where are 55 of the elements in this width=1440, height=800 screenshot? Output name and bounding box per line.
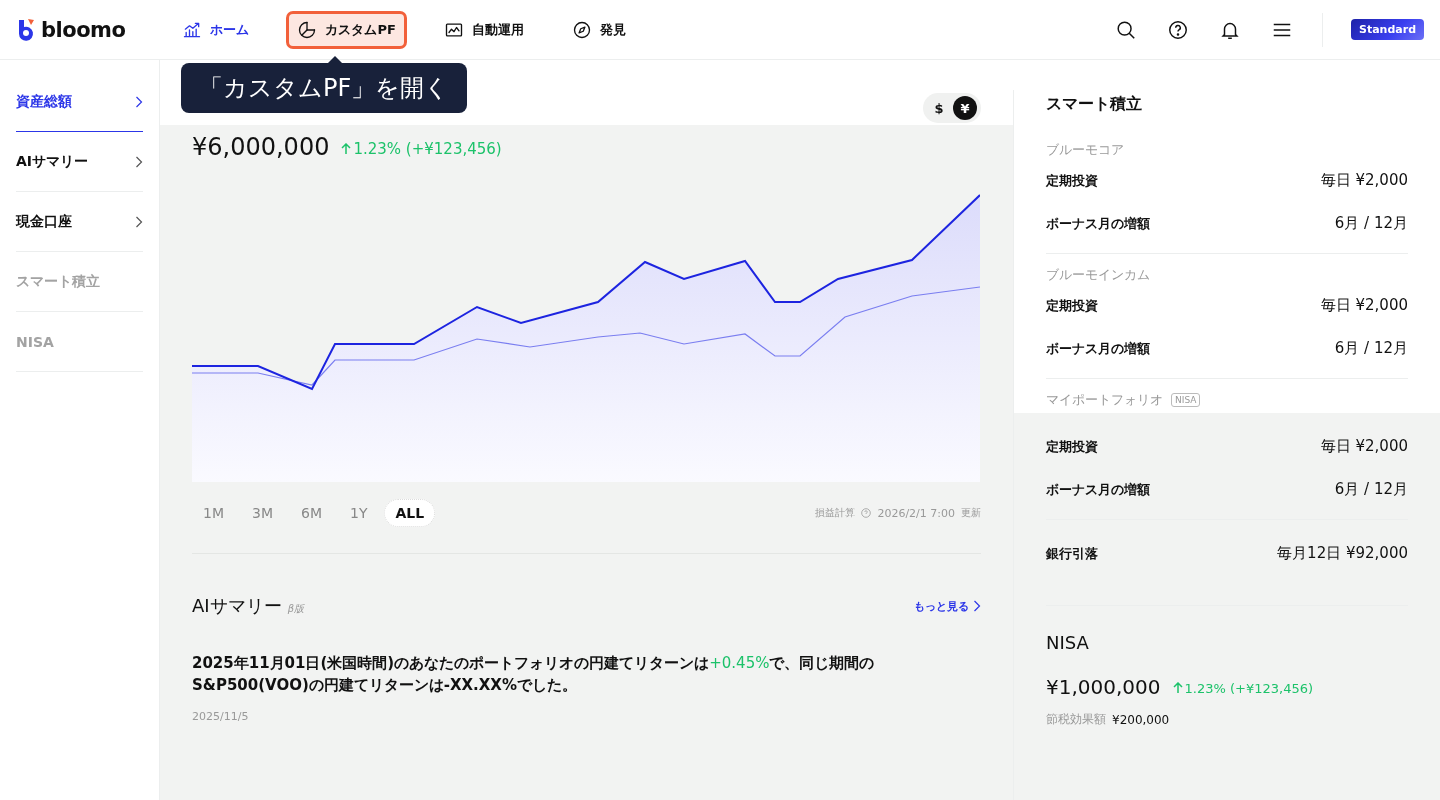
updated-label: 更新: [961, 506, 981, 520]
chevron-right-icon: [135, 155, 143, 168]
change-value: 1.23% (+¥123,456): [341, 140, 502, 158]
row-label: 定期投資: [1046, 171, 1098, 190]
summary-date: 2025/11/5: [192, 710, 250, 723]
plan-name: ブルーモコア: [1046, 141, 1124, 159]
row-label: ボーナス月の増額: [1046, 214, 1150, 233]
compass-icon: [571, 19, 592, 40]
beta-label: β版: [287, 602, 304, 616]
row-value: 毎日 ¥2,000: [1320, 437, 1408, 456]
row-value: 毎日 ¥2,000: [1320, 171, 1408, 190]
section-title: NISA: [1046, 632, 1089, 653]
pie-chart-icon: [297, 19, 318, 40]
arrow-up-icon: [341, 143, 352, 155]
section-title: AIサマリー: [192, 594, 282, 618]
arrow-up-icon: [1172, 682, 1183, 694]
row-value: 毎日 ¥2,000: [1320, 296, 1408, 315]
nav-tab[interactable]: カスタムPF: [286, 10, 407, 49]
plan-badge: Standard: [1350, 19, 1424, 40]
nav-tab[interactable]: 発見: [560, 10, 637, 49]
row-label: ボーナス月の増額: [1046, 339, 1150, 358]
plan-name: ブルーモインカム: [1046, 266, 1150, 284]
total-amount: ¥6,000,000: [192, 133, 330, 161]
tax-label: 節税効果額: [1046, 711, 1106, 728]
row-value: 6月 / 12月: [1334, 480, 1408, 499]
plan-name: マイポートフォリオ: [1046, 391, 1163, 409]
row-label: ボーナス月の増額: [1046, 480, 1150, 499]
row-value: 毎月12日 ¥92,000: [1277, 544, 1408, 563]
summary-text: 2025年11月01日(米国時間)のあなたのポートフォリオの円建てリターンは+0.45%で、同じ期間のS&P500(VOO)の円建てリターンは-XX.XX%でした。: [192, 653, 876, 696]
range-tab[interactable]: ALL: [384, 499, 436, 527]
row-label: 定期投資: [1046, 437, 1098, 456]
row-label: 定期投資: [1046, 296, 1098, 315]
section-title: スマート積立: [1046, 93, 1143, 115]
chevron-right-icon: [135, 215, 143, 228]
nav-tab[interactable]: 自動運用: [432, 10, 535, 49]
sidebar-item[interactable]: 資産総額: [16, 72, 143, 132]
nisa-amount: ¥1,000,000: [1046, 675, 1161, 699]
currency-option[interactable]: $: [927, 96, 951, 120]
more-link[interactable]: もっと見る: [914, 598, 981, 614]
nav-tab[interactable]: ホーム: [171, 10, 261, 49]
sidebar-item[interactable]: 現金口座: [16, 192, 143, 252]
tax-value: ¥200,000: [1112, 712, 1170, 727]
change-value: 1.23% (+¥123,456): [1172, 680, 1313, 696]
chevron-right-icon: [135, 95, 143, 108]
sidebar-item[interactable]: AIサマリー: [16, 132, 143, 192]
row-label: 銀行引落: [1046, 544, 1098, 563]
logo[interactable]: bloomo: [16, 17, 126, 42]
row-value: 6月 / 12月: [1334, 214, 1408, 233]
logo-text: bloomo: [41, 17, 126, 42]
plan-tag: NISA: [1171, 393, 1201, 407]
updated-time: 2026/2/1 7:00: [877, 506, 955, 520]
tooltip: 「カスタムPF」を開く: [181, 63, 468, 113]
row-value: 6月 / 12月: [1334, 339, 1408, 358]
chevron-right-icon: [973, 600, 981, 612]
currency-option[interactable]: ¥: [953, 96, 977, 120]
